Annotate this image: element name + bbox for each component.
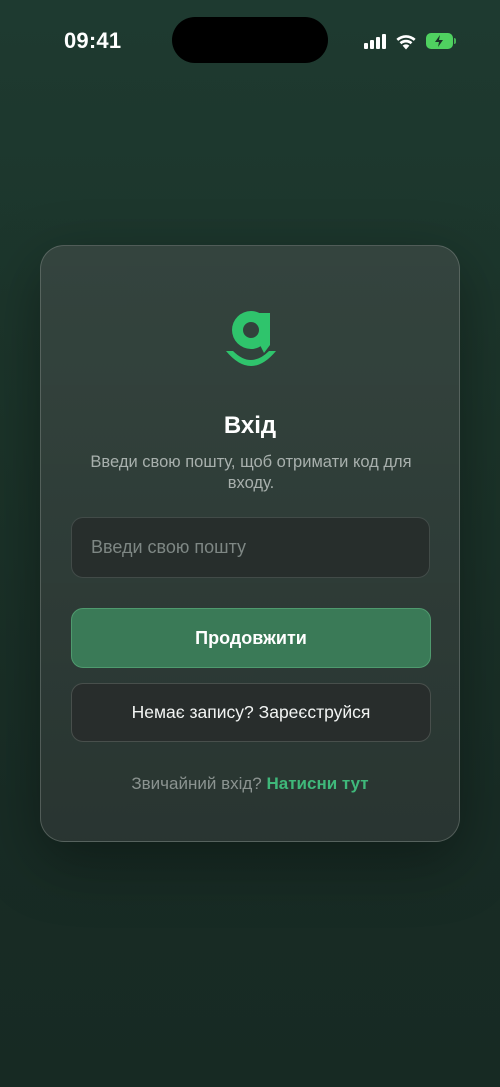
status-icons: [364, 30, 456, 52]
battery-charging-icon: [426, 33, 456, 49]
subtitle: Введи свою пошту, щоб отримати код для в…: [90, 453, 412, 492]
page-title: Вхід: [223, 412, 277, 439]
register-button[interactable]: Немає запису? Зареєструйся: [71, 683, 431, 742]
alternate-login-text: Звичайний вхід?: [131, 774, 262, 793]
dynamic-island: [172, 17, 328, 63]
cellular-signal-icon: [364, 33, 386, 49]
status-bar: 09:41: [0, 0, 500, 82]
email-field[interactable]: [71, 517, 430, 578]
login-card: Вхід Введи свою пошту, щоб отримати код …: [40, 245, 460, 842]
alternate-login-link[interactable]: Натисни тут: [266, 774, 368, 793]
continue-button[interactable]: Продовжити: [71, 608, 431, 668]
brand-g-logo: [226, 311, 276, 366]
alternate-login-line: Звичайний вхід? Натисни тут: [41, 774, 459, 794]
wifi-icon: [396, 34, 416, 49]
status-time: 09:41: [64, 28, 122, 53]
